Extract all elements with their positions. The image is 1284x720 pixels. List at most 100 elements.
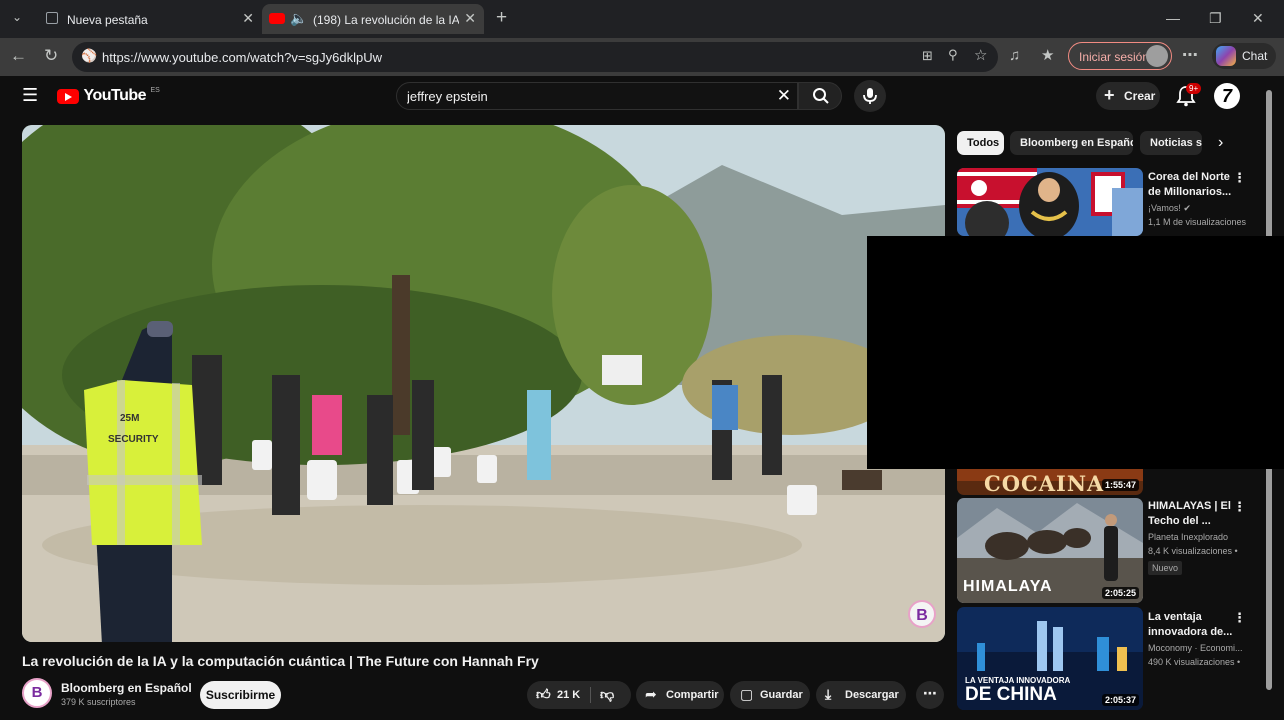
views-himalaya: 8,4 K visualizaciones • xyxy=(1148,546,1238,556)
country-code: ES xyxy=(150,87,160,94)
browser-tab-strip: ⌄ Nueva pestaña ✕ 🔈 (198) La revolución … xyxy=(0,0,1284,38)
thumbnail-korea[interactable] xyxy=(957,168,1143,236)
signin-button[interactable]: Iniciar sesión xyxy=(1068,42,1172,70)
search-box[interactable]: ✕ xyxy=(396,82,798,110)
back-icon[interactable]: ← xyxy=(10,46,27,66)
address-bar[interactable]: ⚾ https://www.youtube.com/watch?v=sgJy6d… xyxy=(72,42,998,72)
chat-label: Chat xyxy=(1242,49,1268,63)
close-window-icon[interactable]: ✕ xyxy=(1252,10,1264,27)
channel-avatar[interactable]: B xyxy=(22,678,52,708)
favorites-icon[interactable]: ★ xyxy=(1041,46,1054,64)
menu-hamburger-icon[interactable]: ☰ xyxy=(22,85,38,106)
site-info-icon[interactable]: ⚾ xyxy=(81,48,97,64)
thumbnail-text: COCAINA xyxy=(984,471,1105,495)
video-title: La revolución de la IA y la computación … xyxy=(22,653,539,669)
like-thumb-up-icon[interactable]: 👍︎ xyxy=(536,686,551,703)
channel-name[interactable]: Bloomberg en Español xyxy=(61,681,192,695)
svg-text:25M: 25M xyxy=(120,413,139,424)
share-arrow-icon: ➦ xyxy=(645,686,657,702)
more-actions-button[interactable]: ⋯ xyxy=(916,681,944,709)
clear-search-icon[interactable]: ✕ xyxy=(777,86,791,106)
verified-check-icon: ✔ xyxy=(1183,203,1191,213)
search-input[interactable] xyxy=(407,87,767,105)
save-button[interactable]: ▢ Guardar xyxy=(730,681,810,709)
chip-noticias[interactable]: Noticias so xyxy=(1140,131,1202,155)
video-title-korea[interactable]: Corea del Norte de Millonarios... xyxy=(1148,170,1234,200)
close-tab-icon[interactable]: ✕ xyxy=(242,10,254,27)
new-tab-plus-icon[interactable]: + xyxy=(496,7,507,29)
tab-title: (198) La revolución de la IA y l xyxy=(313,13,459,27)
more-horizontal-icon: ⋯ xyxy=(923,685,937,701)
new-badge: Nuevo xyxy=(1148,561,1183,575)
app-available-icon[interactable]: ⊞ xyxy=(922,48,933,64)
reload-icon[interactable]: ↻ xyxy=(44,46,58,66)
minimize-icon[interactable]: — xyxy=(1166,10,1180,26)
channel-label: ¡Vamos! xyxy=(1148,203,1181,213)
youtube-play-icon xyxy=(57,88,79,104)
tab-list-chevron-icon[interactable]: ⌄ xyxy=(12,10,22,24)
thumbnail-image xyxy=(957,168,1143,236)
thumbnail-text: DE CHINA xyxy=(965,684,1057,705)
search-button[interactable] xyxy=(798,82,842,110)
page-icon xyxy=(46,12,58,24)
item-menu-icon[interactable]: ⋮ xyxy=(1233,499,1246,515)
item-menu-icon[interactable]: ⋮ xyxy=(1233,610,1246,626)
duration-badge: 2:05:37 xyxy=(1101,694,1139,706)
channel-vamos[interactable]: ¡Vamos! ✔ xyxy=(1148,201,1248,215)
tab-youtube-video[interactable]: 🔈 (198) La revolución de la IA y l ✕ xyxy=(262,4,484,34)
like-dislike-group: 👍︎ 21 K 👎︎ xyxy=(527,681,631,709)
video-title-himalaya[interactable]: HIMALAYAS | El Techo del ... xyxy=(1148,499,1234,529)
share-label: Compartir xyxy=(666,689,719,701)
chip-todos[interactable]: Todos xyxy=(957,131,1004,155)
views-korea: 1,1 M de visualizaciones xyxy=(1148,217,1247,227)
plus-icon: + xyxy=(1104,85,1115,105)
signin-label: Iniciar sesión xyxy=(1079,50,1150,64)
chevron-right-icon[interactable]: › xyxy=(1218,134,1223,152)
item-menu-icon[interactable]: ⋮ xyxy=(1233,170,1246,186)
profile-avatar-icon xyxy=(1146,45,1168,67)
divider xyxy=(590,687,591,703)
duration-badge: 1:55:47 xyxy=(1101,479,1139,491)
youtube-header: ☰ YouTube ES ✕ + Crear 9+ 7 xyxy=(0,76,1284,116)
close-tab-icon[interactable]: ✕ xyxy=(464,10,476,27)
zoom-icon[interactable]: ⚲ xyxy=(948,47,958,63)
create-button[interactable]: + Crear xyxy=(1096,82,1160,110)
subscribe-button[interactable]: Suscribirme xyxy=(200,681,281,709)
thumbnail-china[interactable]: LA VENTAJA INNOVADORA DE CHINA 2:05:37 xyxy=(957,607,1143,710)
like-count[interactable]: 21 K xyxy=(557,689,580,701)
copilot-icon xyxy=(1216,46,1236,66)
tab-new-tab[interactable]: Nueva pestaña ✕ xyxy=(36,4,262,34)
url-text: https://www.youtube.com/watch?v=sgJy6dkl… xyxy=(102,50,382,65)
thumbnail-cocaina[interactable]: COCAINA 1:55:47 xyxy=(957,469,1143,495)
video-player[interactable]: 25M SECURITY B xyxy=(22,125,945,642)
restore-icon[interactable]: ❐ xyxy=(1209,10,1222,27)
dislike-thumb-down-icon[interactable]: 👎︎ xyxy=(600,686,614,703)
youtube-logo-text: YouTube xyxy=(83,87,147,104)
youtube-logo[interactable]: YouTube ES xyxy=(57,87,160,105)
svg-text:SECURITY: SECURITY xyxy=(108,434,159,445)
youtube-favicon-icon xyxy=(269,13,285,24)
video-title-china[interactable]: La ventaja innovadora de... xyxy=(1148,610,1234,640)
tab-title: Nueva pestaña xyxy=(67,13,148,27)
thumbnail-himalaya[interactable]: HIMALAYA 2:05:25 xyxy=(957,498,1143,603)
download-button[interactable]: ⤓ Descargar xyxy=(816,681,906,709)
copilot-chat-button[interactable]: Chat xyxy=(1212,43,1276,69)
redaction-overlay xyxy=(867,236,1284,469)
chip-bloomberg[interactable]: Bloomberg en Español xyxy=(1010,131,1133,155)
voice-search-button[interactable] xyxy=(854,80,886,112)
channel-planeta[interactable]: Planeta Inexplorado xyxy=(1148,530,1248,544)
search-icon xyxy=(813,88,829,104)
channel-moconomy[interactable]: Moconomy · Economi... xyxy=(1148,641,1248,655)
more-menu-icon[interactable]: ⋯ xyxy=(1182,45,1198,65)
save-label: Guardar xyxy=(760,689,803,701)
browser-toolbar: ← ↻ ⚾ https://www.youtube.com/watch?v=sg… xyxy=(0,38,1284,76)
account-avatar[interactable]: 7 xyxy=(1214,83,1240,109)
download-label: Descargar xyxy=(845,689,899,701)
notifications-badge: 9+ xyxy=(1186,83,1202,94)
favorite-star-icon[interactable]: ☆ xyxy=(974,46,987,64)
channel-watermark[interactable]: B xyxy=(908,600,936,628)
speaker-icon[interactable]: 🔈 xyxy=(290,10,307,27)
duration-badge: 2:05:25 xyxy=(1101,587,1139,599)
media-control-icon[interactable]: ♫ xyxy=(1009,47,1020,64)
share-button[interactable]: ➦ Compartir xyxy=(636,681,724,709)
